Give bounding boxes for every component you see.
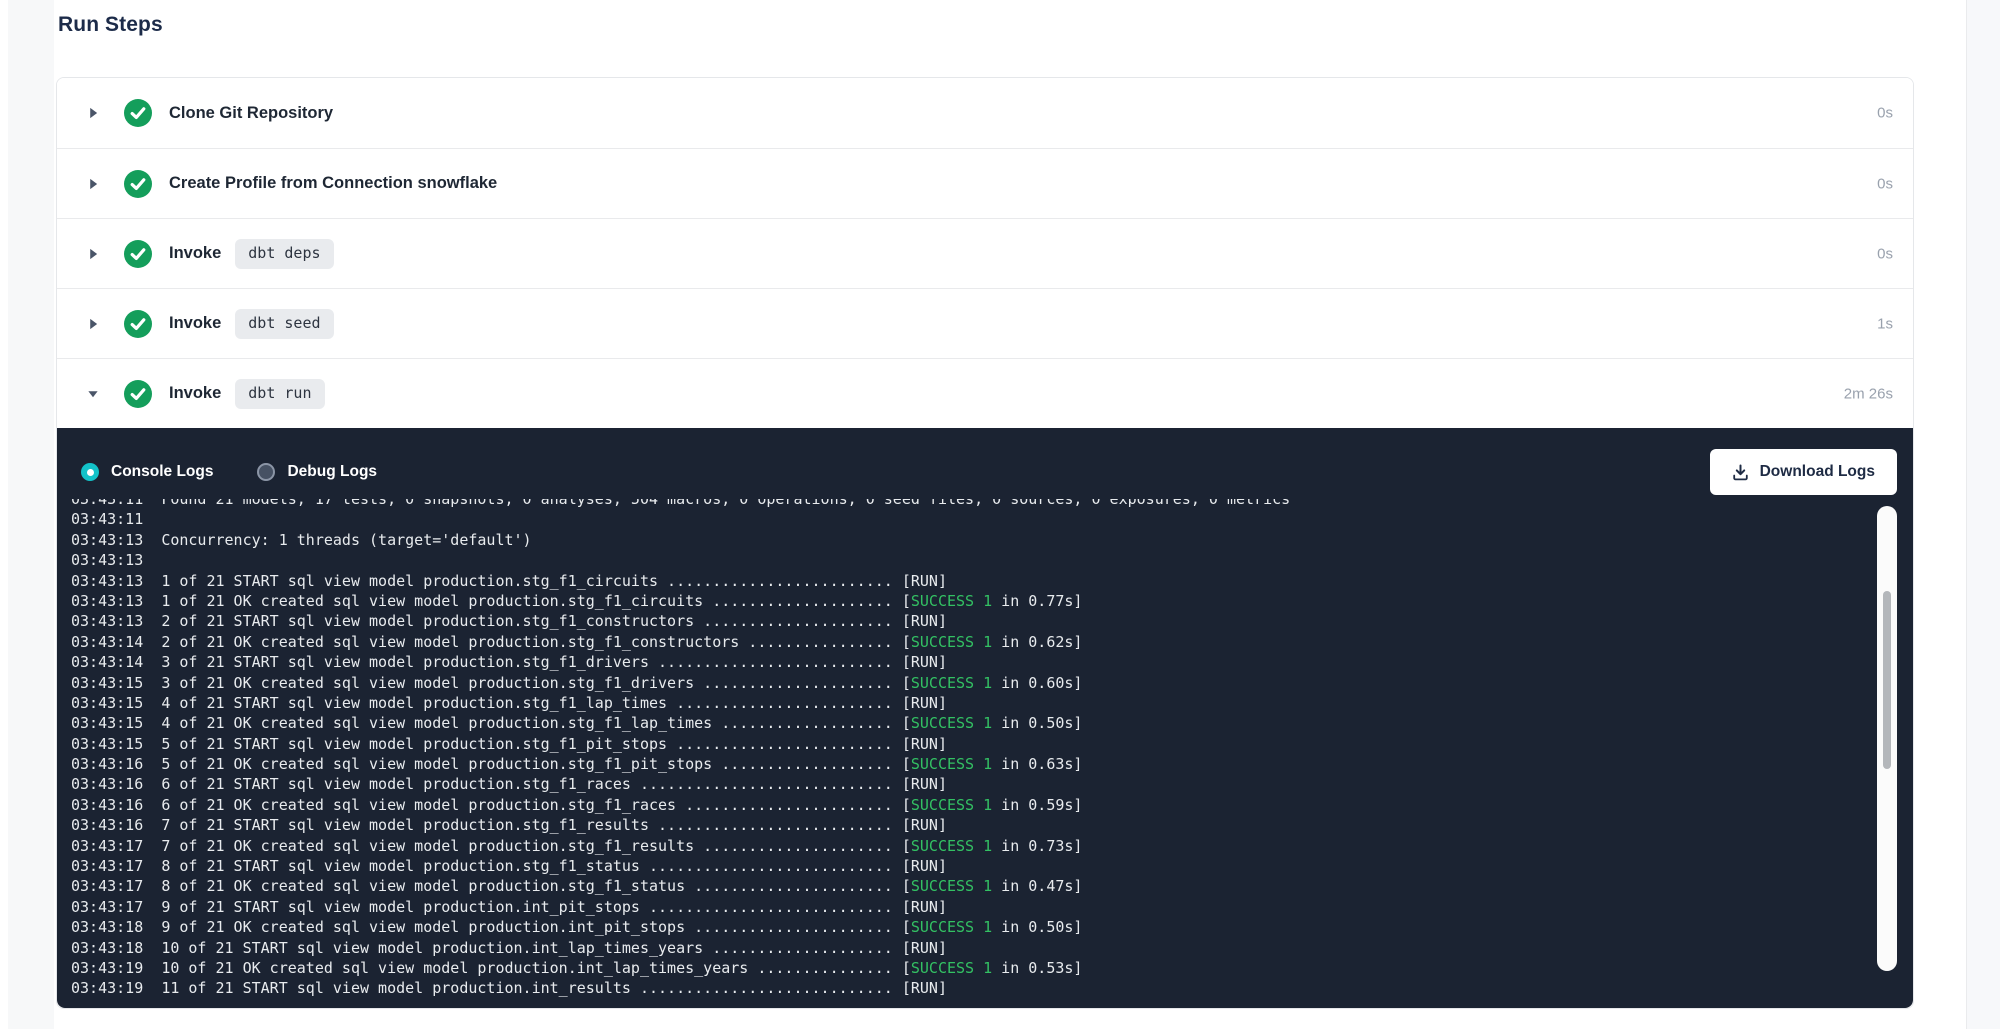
log-timestamp: 03:43:16 <box>71 816 143 834</box>
log-line: 03:43:14 3 of 21 START sql view model pr… <box>71 652 1913 672</box>
log-line: 03:43:13 <box>71 550 1913 570</box>
success-check-icon <box>124 240 152 268</box>
log-line: 03:43:18 9 of 21 OK created sql view mod… <box>71 917 1913 937</box>
log-line: 03:43:18 10 of 21 START sql view model p… <box>71 938 1913 958</box>
download-icon <box>1732 464 1749 481</box>
command-badge: dbt deps <box>235 239 333 269</box>
step-label: Invoke <box>169 384 221 403</box>
log-line: 03:43:13 Concurrency: 1 threads (target=… <box>71 530 1913 550</box>
command-badge: dbt run <box>235 379 324 409</box>
log-timestamp: 03:43:17 <box>71 837 143 855</box>
radio-unselected-icon[interactable] <box>257 463 275 481</box>
log-timestamp: 03:43:17 <box>71 898 143 916</box>
log-timestamp: 03:43:18 <box>71 918 143 936</box>
success-check-icon <box>124 170 152 198</box>
radio-label: Console Logs <box>111 463 213 481</box>
caret-right-icon[interactable] <box>87 177 99 191</box>
log-timestamp: 03:43:19 <box>71 959 143 977</box>
download-logs-label: Download Logs <box>1760 463 1875 481</box>
left-page-gutter <box>8 0 54 1029</box>
log-line: 03:43:11 Found 21 models, 17 tests, 0 sn… <box>71 499 1913 509</box>
step-row-invoke-dbt-deps[interactable]: Invoke dbt deps 0s <box>57 218 1913 288</box>
log-timestamp: 03:43:15 <box>71 714 143 732</box>
log-line: 03:43:11 <box>71 509 1913 529</box>
page-title: Run Steps <box>58 13 163 37</box>
step-row-clone-git-repository[interactable]: Clone Git Repository 0s <box>57 78 1913 148</box>
console-scrollbar-thumb[interactable] <box>1883 591 1891 769</box>
success-check-icon <box>124 380 152 408</box>
log-timestamp: 03:43:13 <box>71 531 143 549</box>
log-timestamp: 03:43:13 <box>71 612 143 630</box>
console-header: Console Logs Debug Logs Download Logs <box>57 428 1913 495</box>
console-log-content: 03:43:11 Found 21 models, 17 tests, 0 sn… <box>71 499 1913 999</box>
step-row-invoke-dbt-seed[interactable]: Invoke dbt seed 1s <box>57 288 1913 358</box>
log-timestamp: 03:43:13 <box>71 551 143 569</box>
step-duration: 2m 26s <box>1844 385 1893 402</box>
download-logs-button[interactable]: Download Logs <box>1710 449 1897 495</box>
log-line: 03:43:15 4 of 21 START sql view model pr… <box>71 693 1913 713</box>
step-duration: 0s <box>1877 245 1893 262</box>
radio-console-logs[interactable]: Console Logs <box>81 463 213 481</box>
log-line: 03:43:17 8 of 21 OK created sql view mod… <box>71 876 1913 896</box>
log-timestamp: 03:43:17 <box>71 857 143 875</box>
log-line: 03:43:16 6 of 21 START sql view model pr… <box>71 774 1913 794</box>
log-line: 03:43:15 5 of 21 START sql view model pr… <box>71 734 1913 754</box>
step-label: Create Profile from Connection snowflake <box>169 174 497 193</box>
log-timestamp: 03:43:14 <box>71 653 143 671</box>
log-line: 03:43:13 1 of 21 START sql view model pr… <box>71 571 1913 591</box>
caret-right-icon[interactable] <box>87 317 99 331</box>
success-check-icon <box>124 99 152 127</box>
log-line: 03:43:19 11 of 21 START sql view model p… <box>71 978 1913 998</box>
log-timestamp: 03:43:16 <box>71 755 143 773</box>
caret-down-icon[interactable] <box>87 387 99 401</box>
log-line: 03:43:13 1 of 21 OK created sql view mod… <box>71 591 1913 611</box>
log-timestamp: 03:43:16 <box>71 775 143 793</box>
command-badge: dbt seed <box>235 309 333 339</box>
log-line: 03:43:15 4 of 21 OK created sql view mod… <box>71 713 1913 733</box>
log-timestamp: 03:43:14 <box>71 633 143 651</box>
step-label: Invoke <box>169 314 221 333</box>
console-scrollbar-track[interactable] <box>1877 506 1897 971</box>
step-duration: 1s <box>1877 315 1893 332</box>
log-timestamp: 03:43:15 <box>71 694 143 712</box>
log-line: 03:43:17 9 of 21 START sql view model pr… <box>71 897 1913 917</box>
step-duration: 0s <box>1877 175 1893 192</box>
caret-right-icon[interactable] <box>87 247 99 261</box>
log-timestamp: 03:43:13 <box>71 592 143 610</box>
step-row-create-profile-from-connection-snowflake[interactable]: Create Profile from Connection snowflake… <box>57 148 1913 218</box>
log-line: 03:43:17 7 of 21 OK created sql view mod… <box>71 836 1913 856</box>
step-row-invoke-dbt-run[interactable]: Invoke dbt run 2m 26s <box>57 358 1913 428</box>
console-panel: Console Logs Debug Logs Download Logs 03… <box>57 428 1913 1008</box>
step-label: Clone Git Repository <box>169 104 333 123</box>
log-timestamp: 03:43:11 <box>71 510 143 528</box>
caret-right-icon[interactable] <box>87 106 99 120</box>
log-timestamp: 03:43:13 <box>71 572 143 590</box>
success-check-icon <box>124 310 152 338</box>
radio-label: Debug Logs <box>287 463 377 481</box>
log-line: 03:43:19 10 of 21 OK created sql view mo… <box>71 958 1913 978</box>
step-label: Invoke <box>169 244 221 263</box>
log-line: 03:43:16 6 of 21 OK created sql view mod… <box>71 795 1913 815</box>
log-line: 03:43:15 3 of 21 OK created sql view mod… <box>71 673 1913 693</box>
radio-debug-logs[interactable]: Debug Logs <box>257 463 377 481</box>
log-timestamp: 03:43:18 <box>71 939 143 957</box>
page-scrollbar-gutter <box>1966 0 2000 1029</box>
log-timestamp: 03:43:15 <box>71 674 143 692</box>
log-timestamp: 03:43:17 <box>71 877 143 895</box>
log-line: 03:43:16 5 of 21 OK created sql view mod… <box>71 754 1913 774</box>
log-line: 03:43:14 2 of 21 OK created sql view mod… <box>71 632 1913 652</box>
log-line: 03:43:13 2 of 21 START sql view model pr… <box>71 611 1913 631</box>
step-duration: 0s <box>1877 105 1893 122</box>
log-line: 03:43:17 8 of 21 START sql view model pr… <box>71 856 1913 876</box>
log-type-radio-group: Console Logs Debug Logs <box>81 463 421 481</box>
radio-selected-icon[interactable] <box>81 463 99 481</box>
log-timestamp: 03:43:11 <box>71 499 143 508</box>
log-timestamp: 03:43:15 <box>71 735 143 753</box>
log-timestamp: 03:43:19 <box>71 979 143 997</box>
run-steps-card: Clone Git Repository 0s Create Profile f… <box>56 77 1914 1009</box>
run-steps-list: Clone Git Repository 0s Create Profile f… <box>57 78 1913 428</box>
log-timestamp: 03:43:16 <box>71 796 143 814</box>
console-log-viewport[interactable]: 03:43:11 Found 21 models, 17 tests, 0 sn… <box>57 499 1913 1005</box>
log-line: 03:43:16 7 of 21 START sql view model pr… <box>71 815 1913 835</box>
